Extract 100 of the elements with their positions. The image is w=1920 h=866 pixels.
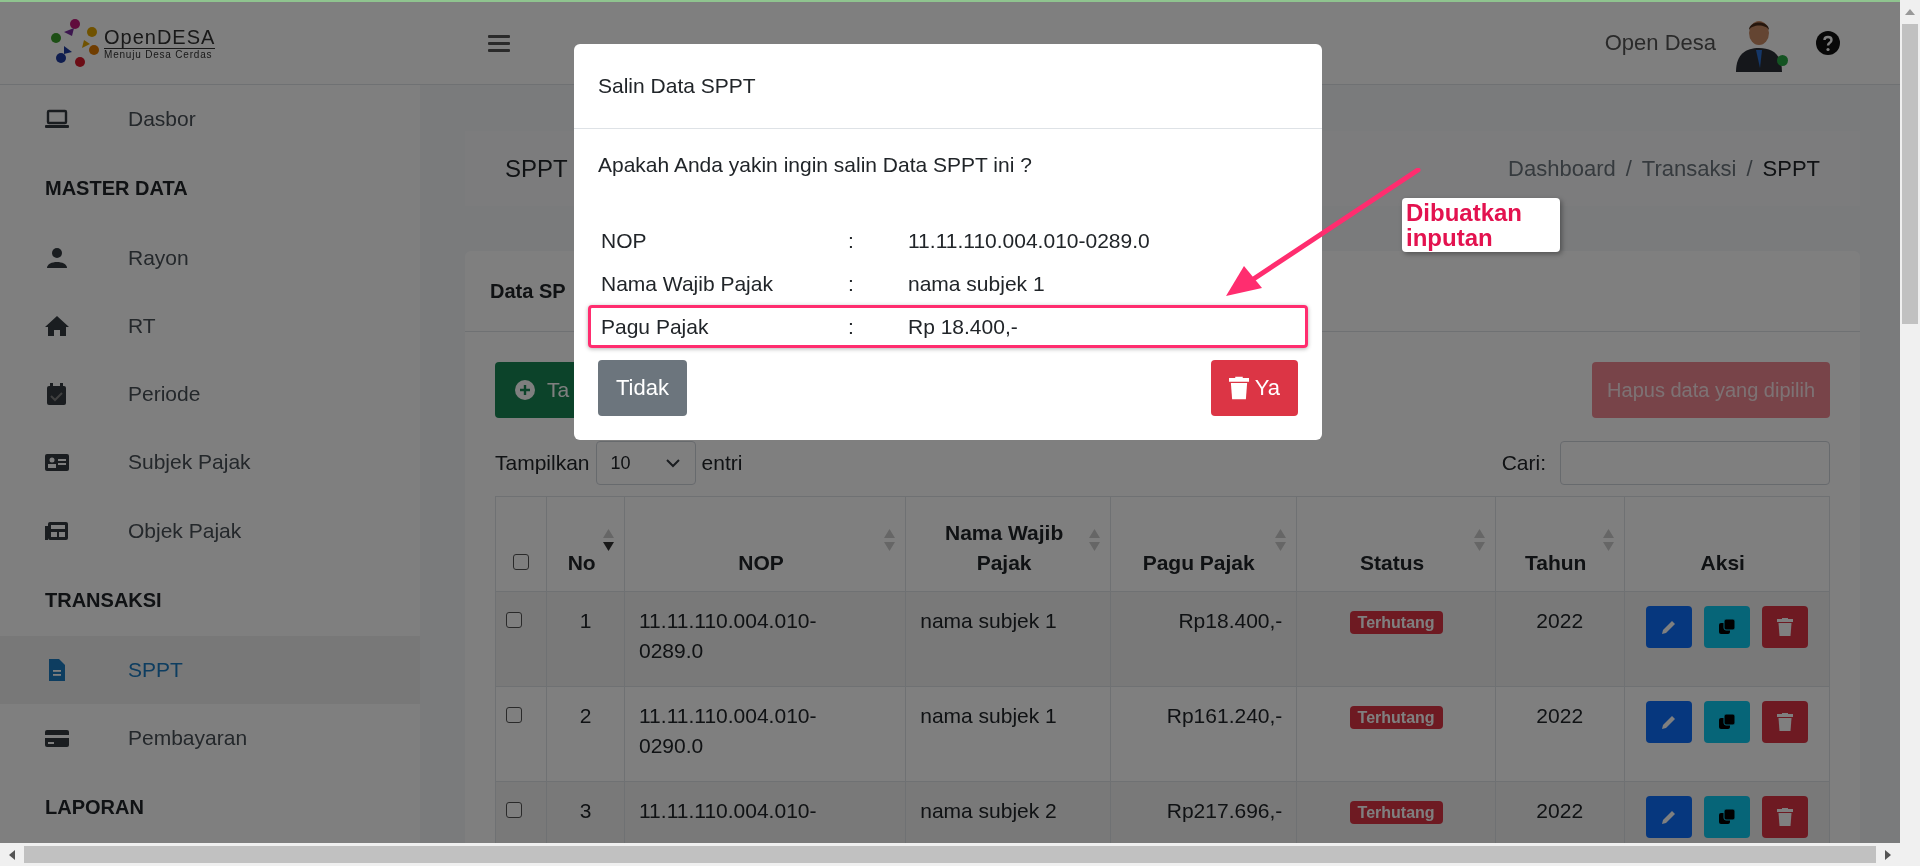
page-title: SPPT (505, 154, 568, 183)
edit-button[interactable] (1645, 701, 1692, 743)
column-header[interactable]: Aksi (1624, 496, 1830, 592)
table-cell-text: 11.11.110.004.010-0289.0 (639, 608, 818, 665)
row-checkbox[interactable] (506, 802, 522, 818)
breadcrumb-item[interactable]: Dashboard (1508, 155, 1616, 182)
copy-icon (1717, 808, 1736, 826)
sidebar-item[interactable]: Subjek Pajak (0, 428, 420, 497)
scroll-up-icon[interactable] (1904, 8, 1916, 16)
sidebar-heading: MASTER DATA (44, 176, 189, 202)
scroll-right-icon[interactable] (1884, 848, 1892, 861)
field-separator: : (848, 271, 855, 296)
scrollbar-thumb[interactable] (1902, 24, 1918, 324)
logo-icon (50, 18, 100, 68)
scroll-left-icon[interactable] (8, 848, 16, 861)
table-cell: 2022 (1536, 609, 1584, 632)
row-checkbox[interactable] (506, 612, 522, 628)
sidebar-item[interactable]: Pembayaran (0, 703, 420, 772)
column-header[interactable]: Pagu Pajak (1110, 496, 1297, 592)
column-header[interactable]: No (546, 496, 625, 592)
sidebar-heading: LAPORAN (44, 794, 145, 820)
menu-icon[interactable] (488, 34, 510, 52)
field-value: Rp 18.400,- (908, 314, 1018, 339)
status-badge: Terhutang (1349, 611, 1443, 634)
column-header[interactable]: NOP (624, 496, 906, 592)
scrollbar-thumb[interactable] (24, 846, 1876, 863)
sidebar-item[interactable]: Objek Pajak (0, 496, 420, 565)
column-header[interactable]: Nama Wajib Pajak (905, 496, 1111, 592)
idcard-icon (45, 451, 69, 474)
entries-select[interactable]: 10 (595, 441, 696, 485)
column-header[interactable]: Status (1296, 496, 1496, 592)
table-cell: Rp18.400,- (1178, 609, 1283, 632)
field-separator: : (848, 314, 855, 339)
table-cell: 3 (579, 799, 592, 822)
user-icon (45, 247, 69, 270)
delete-button[interactable] (1761, 606, 1808, 648)
help-icon[interactable] (1816, 31, 1840, 55)
breadcrumb-item: SPPT (1762, 155, 1820, 182)
table-cell: 2022 (1536, 704, 1584, 727)
trash-icon (1776, 618, 1793, 636)
length-suffix: entri (701, 451, 743, 475)
status-badge: Terhutang (1349, 706, 1443, 729)
sidebar-item[interactable]: SPPT (0, 635, 420, 704)
edit-button[interactable] (1645, 796, 1692, 838)
card-title: Data SP (490, 279, 566, 303)
cancel-button[interactable]: Tidak (598, 360, 687, 416)
delete-button[interactable] (1761, 701, 1808, 743)
breadcrumb-separator: / (1625, 155, 1632, 182)
table-cell-text: 11.11.110.004.010- (639, 798, 818, 824)
sort-icon[interactable] (603, 529, 614, 551)
search-label: Cari: (1501, 451, 1546, 475)
confirm-button[interactable]: Ya (1210, 360, 1298, 416)
laptop-icon (45, 108, 69, 131)
row-checkbox[interactable] (506, 707, 522, 723)
sidebar-item[interactable]: Dasbor (0, 85, 420, 154)
table-cell: nama subjek 1 (920, 704, 1057, 727)
edit-button[interactable] (1645, 606, 1692, 648)
pencil-icon (1659, 713, 1678, 731)
table-cell: nama subjek 2 (920, 799, 1057, 822)
chevron-down-icon (664, 458, 681, 468)
delete-button[interactable] (1761, 796, 1808, 838)
table-cell: 1 (579, 609, 592, 632)
table-cell: Rp217.696,- (1166, 799, 1283, 822)
sidebar-heading: TRANSAKSI (44, 587, 163, 613)
news-icon (45, 519, 69, 542)
table-cell: 2 (579, 704, 592, 727)
field-value: nama subjek 1 (908, 271, 1045, 296)
dialog-title: Salin Data SPPT (598, 74, 756, 98)
field-label: Pagu Pajak (601, 314, 710, 339)
search-field[interactable] (1560, 441, 1830, 485)
select-all-checkbox[interactable] (513, 553, 530, 570)
copy-button[interactable] (1703, 606, 1750, 648)
home-icon (45, 315, 69, 338)
column-header[interactable]: Tahun (1495, 496, 1625, 592)
pencil-icon (1659, 618, 1678, 636)
sidebar-item[interactable]: Rayon (0, 224, 420, 293)
header-checkbox-cell[interactable] (495, 496, 547, 592)
field-label: NOP (601, 228, 648, 253)
logo-name: OpenDESA (104, 26, 216, 49)
sidebar-item[interactable]: RT (0, 292, 420, 361)
breadcrumb-separator: / (1746, 155, 1753, 182)
annotation-text: Dibuatkan inputan (1402, 198, 1560, 253)
trash-icon (1228, 376, 1249, 400)
length-label: Tampilkan (495, 451, 590, 475)
copy-icon (1717, 618, 1736, 636)
trash-icon (1776, 808, 1793, 826)
user-name[interactable]: Open Desa (1604, 30, 1716, 56)
vertical-scrollbar[interactable] (1900, 0, 1920, 843)
field-value: 11.11.110.004.010-0289.0 (908, 228, 1150, 253)
table-cell-text: 11.11.110.004.010-0290.0 (639, 703, 818, 760)
table-cell: nama subjek 1 (920, 609, 1057, 632)
copy-button[interactable] (1703, 701, 1750, 743)
copy-icon (1717, 713, 1736, 731)
breadcrumb-item[interactable]: Transaksi (1641, 155, 1737, 182)
copy-button[interactable] (1703, 796, 1750, 838)
sidebar-item[interactable]: Periode (0, 360, 420, 429)
horizontal-scrollbar[interactable] (0, 843, 1900, 866)
table-cell: Rp161.240,- (1166, 704, 1283, 727)
calendar-icon (45, 383, 69, 406)
field-separator: : (848, 228, 855, 253)
